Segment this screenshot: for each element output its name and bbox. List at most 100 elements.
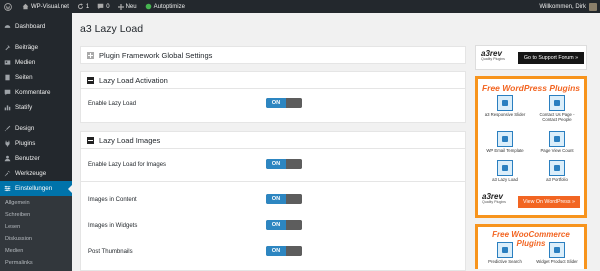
enable-images-toggle[interactable]: ON [266, 159, 302, 169]
plus-icon [117, 3, 124, 10]
user-icon [4, 155, 11, 162]
pin-icon [5, 44, 11, 51]
menu-plugins-label: Plugins [15, 140, 36, 147]
logo-tagline: Quality Plugins [481, 57, 505, 61]
menu-users[interactable]: Benutzer [0, 151, 72, 166]
submenu-media[interactable]: Medien [0, 245, 72, 257]
autoptimize-link[interactable]: Autoptimize [141, 0, 189, 13]
plugin-icon [549, 242, 565, 258]
submenu-permalinks[interactable]: Permalinks [0, 257, 72, 269]
menu-pages[interactable]: Seiten [0, 70, 72, 85]
a3rev-logo: a3rev Quality Plugins [481, 49, 505, 61]
menu-comments[interactable]: Kommentare [0, 85, 72, 100]
images-content-toggle[interactable]: ON [266, 194, 302, 204]
menu-tools-label: Werkzeuge [15, 170, 47, 177]
home-icon [22, 3, 29, 10]
plugin-a3-portfolio[interactable]: a3 Portfolio [535, 160, 579, 182]
logo-tagline: Quality Plugins [482, 200, 506, 204]
plugin-a3-lazy-load[interactable]: a3 Lazy Load [483, 160, 527, 182]
plugin-icon [497, 160, 513, 176]
toggle-state: ON [266, 220, 286, 230]
admin-sidebar: Dashboard Beiträge Medien Seiten Komment… [0, 13, 72, 271]
media-icon [4, 60, 11, 65]
submenu-discussion[interactable]: Diskussion [0, 233, 72, 245]
refresh-icon [77, 3, 83, 10]
submenu-writing[interactable]: Schreiben [0, 209, 72, 221]
expand-icon [87, 51, 94, 59]
menu-media-label: Medien [15, 59, 36, 66]
images-panel: Lazy Load Images Enable Lazy Load for Im… [80, 131, 466, 271]
wrench-icon [4, 170, 11, 177]
view-on-wordpress-button[interactable]: View On WordPress » [518, 196, 580, 208]
plugin-icon [549, 131, 565, 147]
activation-panel: Lazy Load Activation Enable Lazy Load ON [80, 71, 466, 123]
plugin-icon [497, 131, 513, 147]
framework-settings-panel: Plugin Framework Global Settings [80, 46, 466, 64]
menu-users-label: Benutzer [15, 155, 40, 162]
brush-icon [4, 125, 11, 132]
comments-link[interactable]: 0 [93, 0, 113, 13]
images-header[interactable]: Lazy Load Images [81, 132, 465, 148]
menu-media[interactable]: Medien [0, 55, 72, 70]
menu-dashboard[interactable]: Dashboard [0, 19, 72, 34]
plugin-wp-email-template[interactable]: WP Email Template [483, 131, 527, 153]
plugin-name: Contact Us Page - Contact People [539, 112, 575, 122]
settings-icon [4, 185, 11, 192]
bar-chart-icon [4, 105, 11, 111]
collapse-icon [87, 136, 94, 144]
activation-title: Lazy Load Activation [99, 75, 168, 85]
menu-pages-label: Seiten [15, 74, 33, 81]
updates-count: 1 [85, 3, 90, 10]
wordpress-logo-button[interactable] [0, 0, 18, 13]
menu-statify[interactable]: Statify [0, 100, 72, 115]
framework-settings-header[interactable]: Plugin Framework Global Settings [81, 47, 465, 63]
menu-posts[interactable]: Beiträge [0, 40, 72, 55]
menu-settings[interactable]: Einstellungen [0, 181, 72, 196]
new-content-link[interactable]: Neu [114, 0, 141, 13]
page-title: a3 Lazy Load [80, 23, 144, 35]
plugin-name: a3 Lazy Load [492, 177, 518, 182]
plugin-icon [497, 242, 513, 258]
site-name: WP-Visual.net [31, 3, 69, 10]
plugin-name: Predictive Search [488, 259, 522, 264]
submenu-reading[interactable]: Lesen [0, 221, 72, 233]
menu-design[interactable]: Design [0, 121, 72, 136]
comments-count: 0 [106, 3, 110, 10]
account-link[interactable]: Willkommen, Dirk [535, 0, 600, 13]
plugin-name: a3 Responsive Slider [484, 112, 526, 117]
enable-lazy-load-toggle[interactable]: ON [266, 98, 302, 108]
menu-tools[interactable]: Werkzeuge [0, 166, 72, 181]
toggle-state: ON [266, 98, 286, 108]
support-forum-button[interactable]: Go to Support Forum » [518, 52, 584, 64]
free-wordpress-plugins-box: Free WordPress Plugins a3 Responsive Sli… [475, 76, 587, 218]
plugin-a3-responsive-slider[interactable]: a3 Responsive Slider [483, 95, 527, 117]
enable-images-label: Enable Lazy Load for Images [88, 162, 167, 168]
plugin-icon [497, 95, 513, 111]
settings-submenu: Allgemein Schreiben Lesen Diskussion Med… [0, 196, 72, 271]
enable-lazy-load-label: Enable Lazy Load [88, 101, 137, 107]
images-content-label: Images in Content [88, 197, 137, 203]
post-thumbnails-label: Post Thumbnails [88, 249, 133, 255]
page-icon [5, 74, 10, 81]
activation-header[interactable]: Lazy Load Activation [81, 72, 465, 88]
menu-posts-label: Beiträge [15, 44, 39, 51]
submenu-general[interactable]: Allgemein [0, 197, 72, 209]
plugin-icon [549, 95, 565, 111]
plugin-name: Page View Count [540, 148, 574, 153]
plugin-contact-us-page[interactable]: Contact Us Page - Contact People [535, 95, 579, 122]
menu-statify-label: Statify [15, 104, 33, 111]
updates-link[interactable]: 1 [73, 0, 93, 13]
plugin-widget-product-slider[interactable]: Widget Product Slider [535, 242, 579, 264]
plugin-predictive-search[interactable]: Predictive Search [483, 242, 527, 264]
status-dot-icon [145, 3, 151, 10]
site-name-link[interactable]: WP-Visual.net [18, 0, 73, 13]
menu-plugins[interactable]: Plugins [0, 136, 72, 151]
a3rev-logo: a3rev Quality Plugins [482, 192, 506, 204]
images-title: Lazy Load Images [99, 135, 161, 145]
plugin-icon [549, 160, 565, 176]
plugin-name: Widget Product Slider [536, 259, 578, 264]
plugin-page-view-count[interactable]: Page View Count [535, 131, 579, 153]
support-box: a3rev Quality Plugins Go to Support Foru… [475, 45, 587, 70]
post-thumbnails-toggle[interactable]: ON [266, 246, 302, 256]
images-widgets-toggle[interactable]: ON [266, 220, 302, 230]
